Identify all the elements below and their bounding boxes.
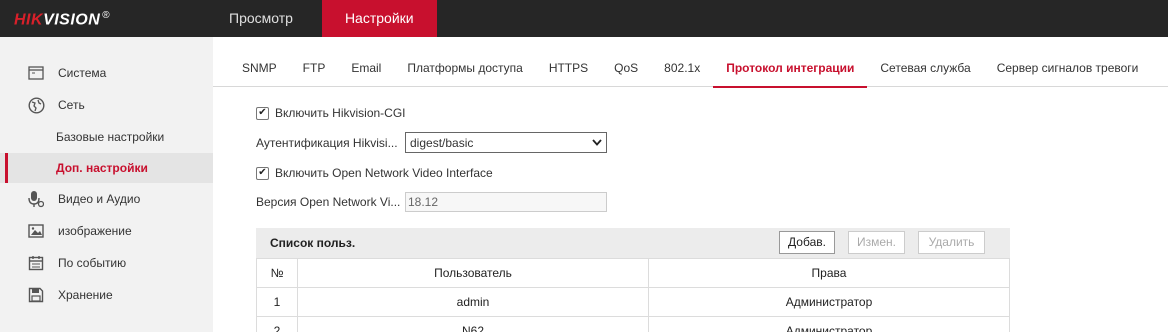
- add-user-button[interactable]: Добав.: [779, 231, 835, 254]
- settings-tabs: SNMP FTP Email Платформы доступа HTTPS Q…: [213, 37, 1168, 88]
- cell-rights: Администратор: [648, 316, 1010, 332]
- sidebar-item-storage[interactable]: Хранение: [0, 280, 213, 310]
- sidebar-item-label: Доп. настройки: [56, 161, 148, 175]
- auth-label: Аутентификация Hikvisi...: [256, 135, 398, 150]
- sidebar: Система Сеть Базовые настройки Доп. наст…: [0, 37, 213, 332]
- tab-8021x[interactable]: 802.1x: [651, 37, 713, 87]
- auth-row: Аутентификация Hikvisi... digest/basic: [256, 132, 607, 153]
- onvif-version-label: Версия Open Network Vi...: [256, 195, 401, 209]
- auth-select-value: digest/basic: [410, 135, 474, 150]
- sidebar-item-image[interactable]: изображение: [0, 216, 213, 246]
- column-header-user: Пользователь: [297, 258, 649, 288]
- column-header-rights: Права: [648, 258, 1010, 288]
- enable-onvif-row: ✔ Включить Open Network Video Interface: [256, 166, 493, 180]
- tab-alarm-server[interactable]: Сервер сигналов тревоги: [984, 37, 1152, 87]
- hikvision-logo: HIKVISION ®: [14, 10, 111, 29]
- enable-cgi-label: Включить Hikvision-CGI: [275, 106, 406, 120]
- top-navigation: Просмотр Настройки: [213, 0, 437, 37]
- sidebar-item-label: Хранение: [58, 288, 113, 302]
- cell-number: 2: [256, 316, 298, 332]
- onvif-version-row: Версия Open Network Vi... 18.12: [256, 192, 607, 212]
- chevron-down-icon: [592, 138, 602, 148]
- sidebar-item-label: Система: [58, 66, 107, 80]
- table-header-row: № Пользователь Права: [256, 258, 1010, 288]
- tab-email[interactable]: Email: [338, 37, 394, 87]
- sidebar-item-system[interactable]: Система: [0, 58, 213, 88]
- cell-rights: Администратор: [648, 287, 1010, 317]
- user-list-title: Список польз.: [270, 236, 356, 250]
- table-row[interactable]: 1 admin Администратор: [256, 287, 1010, 317]
- auth-select[interactable]: digest/basic: [405, 132, 607, 153]
- enable-onvif-label: Включить Open Network Video Interface: [275, 166, 493, 180]
- sidebar-item-event[interactable]: По событию: [0, 248, 213, 278]
- sidebar-item-video-audio[interactable]: Видео и Аудио: [0, 184, 213, 214]
- edit-user-button[interactable]: Измен.: [848, 231, 905, 254]
- sidebar-item-label: По событию: [58, 256, 127, 270]
- video-audio-icon: [27, 190, 45, 208]
- tab-integration-protocol[interactable]: Протокол интеграции: [713, 37, 868, 88]
- storage-icon: [27, 286, 45, 304]
- onvif-version-field: 18.12: [405, 192, 607, 212]
- network-icon: [27, 96, 45, 114]
- tab-network-service[interactable]: Сетевая служба: [867, 37, 983, 87]
- nav-settings[interactable]: Настройки: [321, 0, 437, 37]
- column-header-number: №: [256, 258, 298, 288]
- nav-view[interactable]: Просмотр: [213, 0, 309, 37]
- sidebar-item-label: Базовые настройки: [56, 130, 165, 144]
- sidebar-item-advanced-settings[interactable]: Доп. настройки: [0, 153, 213, 183]
- sidebar-item-label: изображение: [58, 224, 132, 238]
- cell-number: 1: [256, 287, 298, 317]
- tab-access-platforms[interactable]: Платформы доступа: [394, 37, 535, 87]
- delete-user-button[interactable]: Удалить: [918, 231, 985, 254]
- enable-cgi-row: ✔ Включить Hikvision-CGI: [256, 106, 406, 120]
- table-row[interactable]: 2 N62 Администратор: [256, 316, 1010, 332]
- top-bar: HIKVISION ® Просмотр Настройки: [0, 0, 1168, 37]
- user-table: № Пользователь Права 1 admin Администрат…: [256, 258, 1010, 332]
- sidebar-item-network[interactable]: Сеть: [0, 90, 213, 120]
- sidebar-item-basic-settings[interactable]: Базовые настройки: [0, 122, 213, 152]
- tab-https[interactable]: HTTPS: [536, 37, 601, 87]
- cell-user: admin: [297, 287, 649, 317]
- enable-cgi-checkbox[interactable]: ✔: [256, 106, 269, 120]
- tab-qos[interactable]: QoS: [601, 37, 651, 87]
- sidebar-item-label: Сеть: [58, 98, 85, 112]
- tab-ftp[interactable]: FTP: [290, 37, 339, 87]
- user-list-header: Список польз. Добав. Измен. Удалить: [256, 228, 1010, 258]
- tab-snmp[interactable]: SNMP: [213, 37, 290, 87]
- system-icon: [27, 64, 45, 82]
- sidebar-item-label: Видео и Аудио: [58, 192, 141, 206]
- enable-onvif-checkbox[interactable]: ✔: [256, 166, 269, 180]
- image-icon: [27, 222, 45, 240]
- event-icon: [27, 254, 45, 272]
- cell-user: N62: [297, 316, 649, 332]
